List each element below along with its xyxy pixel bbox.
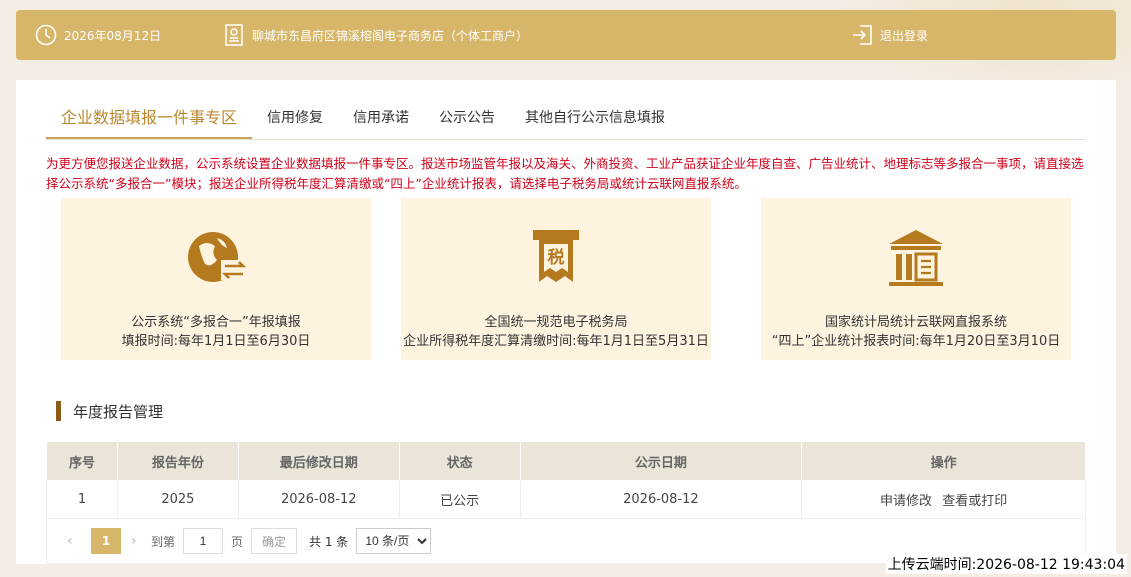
card-subtitle: 填报时间:每年1月1日至6月30日 (121, 334, 311, 349)
page-size-select[interactable]: 10 条/页 (356, 528, 432, 554)
tab-credit-repair[interactable]: 信用修复 (252, 99, 338, 139)
section-title-text: 年度报告管理 (73, 402, 164, 421)
goto-label: 到第 (151, 534, 176, 549)
tab-credit-promise[interactable]: 信用承诺 (338, 99, 424, 139)
main-panel: 企业数据填报一件事专区 信用修复 信用承诺 公示公告 其他自行公示信息填报 为更… (16, 80, 1116, 564)
next-page-icon[interactable]: › (131, 533, 145, 549)
tab-enterprise-data[interactable]: 企业数据填报一件事专区 (46, 99, 253, 139)
card-statistics-system[interactable]: 国家统计局统计云联网直报系统 “四上”企业统计报表时间:每年1月20日至3月10… (761, 198, 1071, 360)
date-text: 2026年08月12日 (64, 28, 162, 43)
svg-text:税: 税 (548, 247, 565, 268)
goto-confirm-button[interactable]: 确定 (251, 528, 298, 554)
service-cards: 公示系统“多报合一”年报填报 填报时间:每年1月1日至6月30日 税 全国统一规… (61, 198, 1071, 360)
logout-label[interactable]: 退出登录 (880, 27, 928, 44)
id-card-icon (222, 23, 246, 47)
card-title: 国家统计局统计云联网直报系统 (824, 315, 1007, 330)
card-subtitle: 企业所得税年度汇算清缴时间:每年1月1日至5月31日 (403, 334, 709, 349)
logout-button[interactable]: 退出登录 (850, 10, 928, 60)
header-modified: 最后修改日期 (237, 441, 400, 481)
clock-icon (34, 23, 58, 47)
tax-bureau-icon: 税 (521, 224, 591, 294)
prev-page-icon[interactable]: ‹ (67, 533, 81, 549)
shop-info: 聊城市东昌府区锦溪榕阁电子商务店（个体工商户） (222, 10, 528, 60)
page-unit-label: 页 (231, 534, 244, 549)
globe-exchange-icon (181, 224, 251, 294)
tab-bar: 企业数据填报一件事专区 信用修复 信用承诺 公示公告 其他自行公示信息填报 (46, 100, 1086, 140)
header-public-date: 公示日期 (519, 441, 803, 481)
total-count: 共 1 条 (309, 534, 349, 549)
cell-year: 2025 (117, 480, 239, 519)
cell-public-date: 2026-08-12 (520, 480, 803, 519)
table-header-row: 序号 报告年份 最后修改日期 状态 公示日期 操作 (46, 441, 1086, 481)
header-index: 序号 (46, 441, 118, 481)
top-bar: 2026年08月12日 聊城市东昌府区锦溪榕阁电子商务店（个体工商户） 退出登录 (16, 10, 1116, 60)
header-year: 报告年份 (116, 441, 239, 481)
tab-announcements[interactable]: 公示公告 (424, 99, 510, 139)
annual-report-table: 序号 报告年份 最后修改日期 状态 公示日期 操作 1 2025 2026-08… (46, 441, 1086, 519)
cell-operations: 申请修改 查看或打印 (801, 480, 1086, 519)
card-tax-bureau[interactable]: 税 全国统一规范电子税务局 企业所得税年度汇算清缴时间:每年1月1日至5月31日 (401, 198, 711, 360)
notice-text: 为更方便您报送企业数据，公示系统设置企业数据填报一件事专区。报送市场监管年报以及… (46, 156, 1084, 191)
table-row: 1 2025 2026-08-12 已公示 2026-08-12 申请修改 查看… (46, 480, 1086, 519)
section-title: 年度报告管理 (56, 401, 163, 421)
header-status: 状态 (398, 441, 521, 481)
apply-modify-link[interactable]: 申请修改 (880, 494, 932, 509)
cell-index: 1 (46, 480, 118, 519)
cell-status: 已公示 (399, 480, 521, 519)
card-subtitle: “四上”企业统计报表时间:每年1月20日至3月10日 (771, 334, 1061, 349)
logout-icon (850, 23, 874, 47)
tab-other-disclosure[interactable]: 其他自行公示信息填报 (510, 99, 680, 139)
upload-time: 上传云端时间:2026-08-12 19:43:04 (885, 554, 1127, 574)
date-display: 2026年08月12日 (34, 10, 161, 60)
cell-modified: 2026-08-12 (238, 480, 400, 519)
shop-name: 聊城市东昌府区锦溪榕阁电子商务店（个体工商户） (252, 28, 529, 43)
page-number-current[interactable]: 1 (91, 528, 121, 554)
view-print-link[interactable]: 查看或打印 (942, 494, 1007, 509)
card-title: 全国统一规范电子税务局 (484, 315, 628, 330)
card-annual-report[interactable]: 公示系统“多报合一”年报填报 填报时间:每年1月1日至6月30日 (61, 198, 371, 360)
statistics-building-icon (881, 224, 951, 294)
card-title: 公示系统“多报合一”年报填报 (131, 315, 301, 330)
section-marker (56, 401, 61, 421)
header-operation: 操作 (801, 441, 1086, 481)
goto-page-input[interactable] (183, 528, 224, 554)
